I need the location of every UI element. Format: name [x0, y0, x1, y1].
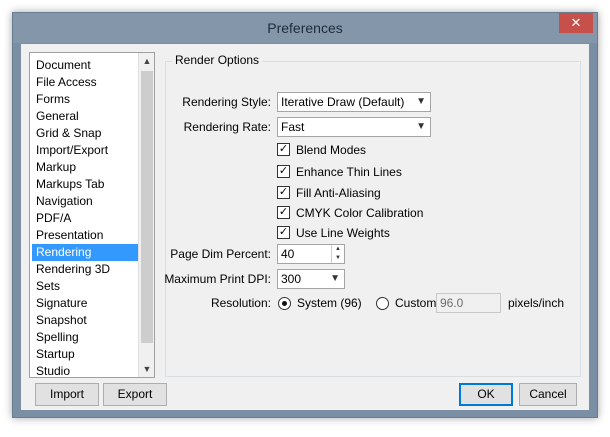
check-icon[interactable]: ✓	[277, 226, 290, 239]
scroll-up-icon[interactable]: ▲	[139, 53, 155, 69]
close-button[interactable]: ✕	[559, 13, 593, 33]
dialog-client-area: Document File Access Forms General Grid …	[21, 44, 589, 410]
category-item-file-access[interactable]: File Access	[32, 74, 140, 91]
category-list-scrollbar[interactable]: ▲ ▼	[138, 53, 154, 377]
scroll-down-icon[interactable]: ▼	[139, 361, 155, 377]
rendering-rate-select[interactable]: Fast ▼	[277, 117, 431, 137]
rendering-rate-label: Rendering Rate:	[183, 120, 271, 134]
max-print-dpi-label: Maximum Print DPI:	[164, 272, 271, 286]
category-item-rendering-3d[interactable]: Rendering 3D	[32, 261, 140, 278]
export-button[interactable]: Export	[103, 383, 167, 406]
chevron-down-icon: ▼	[330, 273, 340, 284]
page-dim-percent-value: 40	[281, 247, 295, 261]
check-icon[interactable]: ✓	[277, 143, 290, 156]
fill-anti-aliasing-label: Fill Anti-Aliasing	[296, 186, 381, 200]
close-icon: ✕	[570, 15, 582, 30]
window-title: Preferences	[267, 20, 343, 36]
blend-modes-label: Blend Modes	[296, 143, 367, 157]
stepper-arrows-icon[interactable]: ▲ ▼	[331, 245, 344, 263]
check-icon[interactable]: ✓	[277, 206, 290, 219]
resolution-system-radio[interactable]	[278, 297, 291, 310]
page-dim-percent-label: Page Dim Percent:	[170, 247, 271, 261]
ok-button[interactable]: OK	[459, 383, 513, 406]
resolution-label: Resolution:	[210, 296, 271, 310]
category-item-studio[interactable]: Studio	[32, 363, 140, 380]
cmyk-color-calibration-label: CMYK Color Calibration	[296, 206, 424, 220]
category-item-rendering[interactable]: Rendering	[32, 244, 140, 261]
step-down-icon[interactable]: ▼	[335, 255, 341, 261]
category-item-markup[interactable]: Markup	[32, 159, 140, 176]
chevron-down-icon: ▼	[416, 96, 426, 107]
chevron-down-icon: ▼	[416, 121, 426, 132]
custom-resolution-input[interactable]: 96.0	[436, 293, 501, 313]
resolution-system-label: System (96)	[297, 296, 362, 310]
category-item-import-export[interactable]: Import/Export	[32, 142, 140, 159]
max-print-dpi-select[interactable]: 300 ▼	[277, 269, 345, 289]
max-print-dpi-value: 300	[281, 272, 302, 286]
category-item-spelling[interactable]: Spelling	[32, 329, 140, 346]
rendering-style-value: Iterative Draw (Default)	[281, 95, 405, 109]
category-item-navigation[interactable]: Navigation	[32, 193, 140, 210]
use-line-weights-label: Use Line Weights	[296, 226, 390, 240]
category-item-pdfa[interactable]: PDF/A	[32, 210, 140, 227]
page-dim-percent-stepper[interactable]: 40 ▲ ▼	[277, 244, 345, 264]
category-list[interactable]: Document File Access Forms General Grid …	[29, 52, 155, 378]
render-options-title: Render Options	[172, 53, 263, 67]
category-item-sets[interactable]: Sets	[32, 278, 140, 295]
rendering-style-label: Rendering Style:	[182, 95, 271, 109]
radio-selected-dot	[282, 301, 287, 306]
category-item-snapshot[interactable]: Snapshot	[32, 312, 140, 329]
category-item-grid-snap[interactable]: Grid & Snap	[32, 125, 140, 142]
category-item-forms[interactable]: Forms	[32, 91, 140, 108]
enhance-thin-lines-label: Enhance Thin Lines	[296, 165, 402, 179]
rendering-style-select[interactable]: Iterative Draw (Default) ▼	[277, 92, 431, 112]
preferences-window: Preferences ✕ Document File Access Forms…	[12, 12, 598, 418]
import-button[interactable]: Import	[35, 383, 99, 406]
check-icon[interactable]: ✓	[277, 186, 290, 199]
category-item-presentation[interactable]: Presentation	[32, 227, 140, 244]
cancel-button[interactable]: Cancel	[519, 383, 577, 406]
rendering-rate-value: Fast	[281, 120, 305, 134]
step-up-icon[interactable]: ▲	[335, 246, 341, 252]
resolution-custom-radio[interactable]	[376, 297, 389, 310]
category-item-general[interactable]: General	[32, 108, 140, 125]
category-item-document[interactable]: Document	[32, 57, 140, 74]
category-item-signature[interactable]: Signature	[32, 295, 140, 312]
check-icon[interactable]: ✓	[277, 165, 290, 178]
category-item-markups-tab[interactable]: Markups Tab	[32, 176, 140, 193]
title-bar[interactable]: Preferences ✕	[13, 13, 597, 43]
scrollbar-thumb[interactable]	[141, 71, 153, 343]
resolution-custom-label: Custom	[395, 296, 437, 310]
category-item-startup[interactable]: Startup	[32, 346, 140, 363]
resolution-unit-label: pixels/inch	[508, 296, 565, 310]
